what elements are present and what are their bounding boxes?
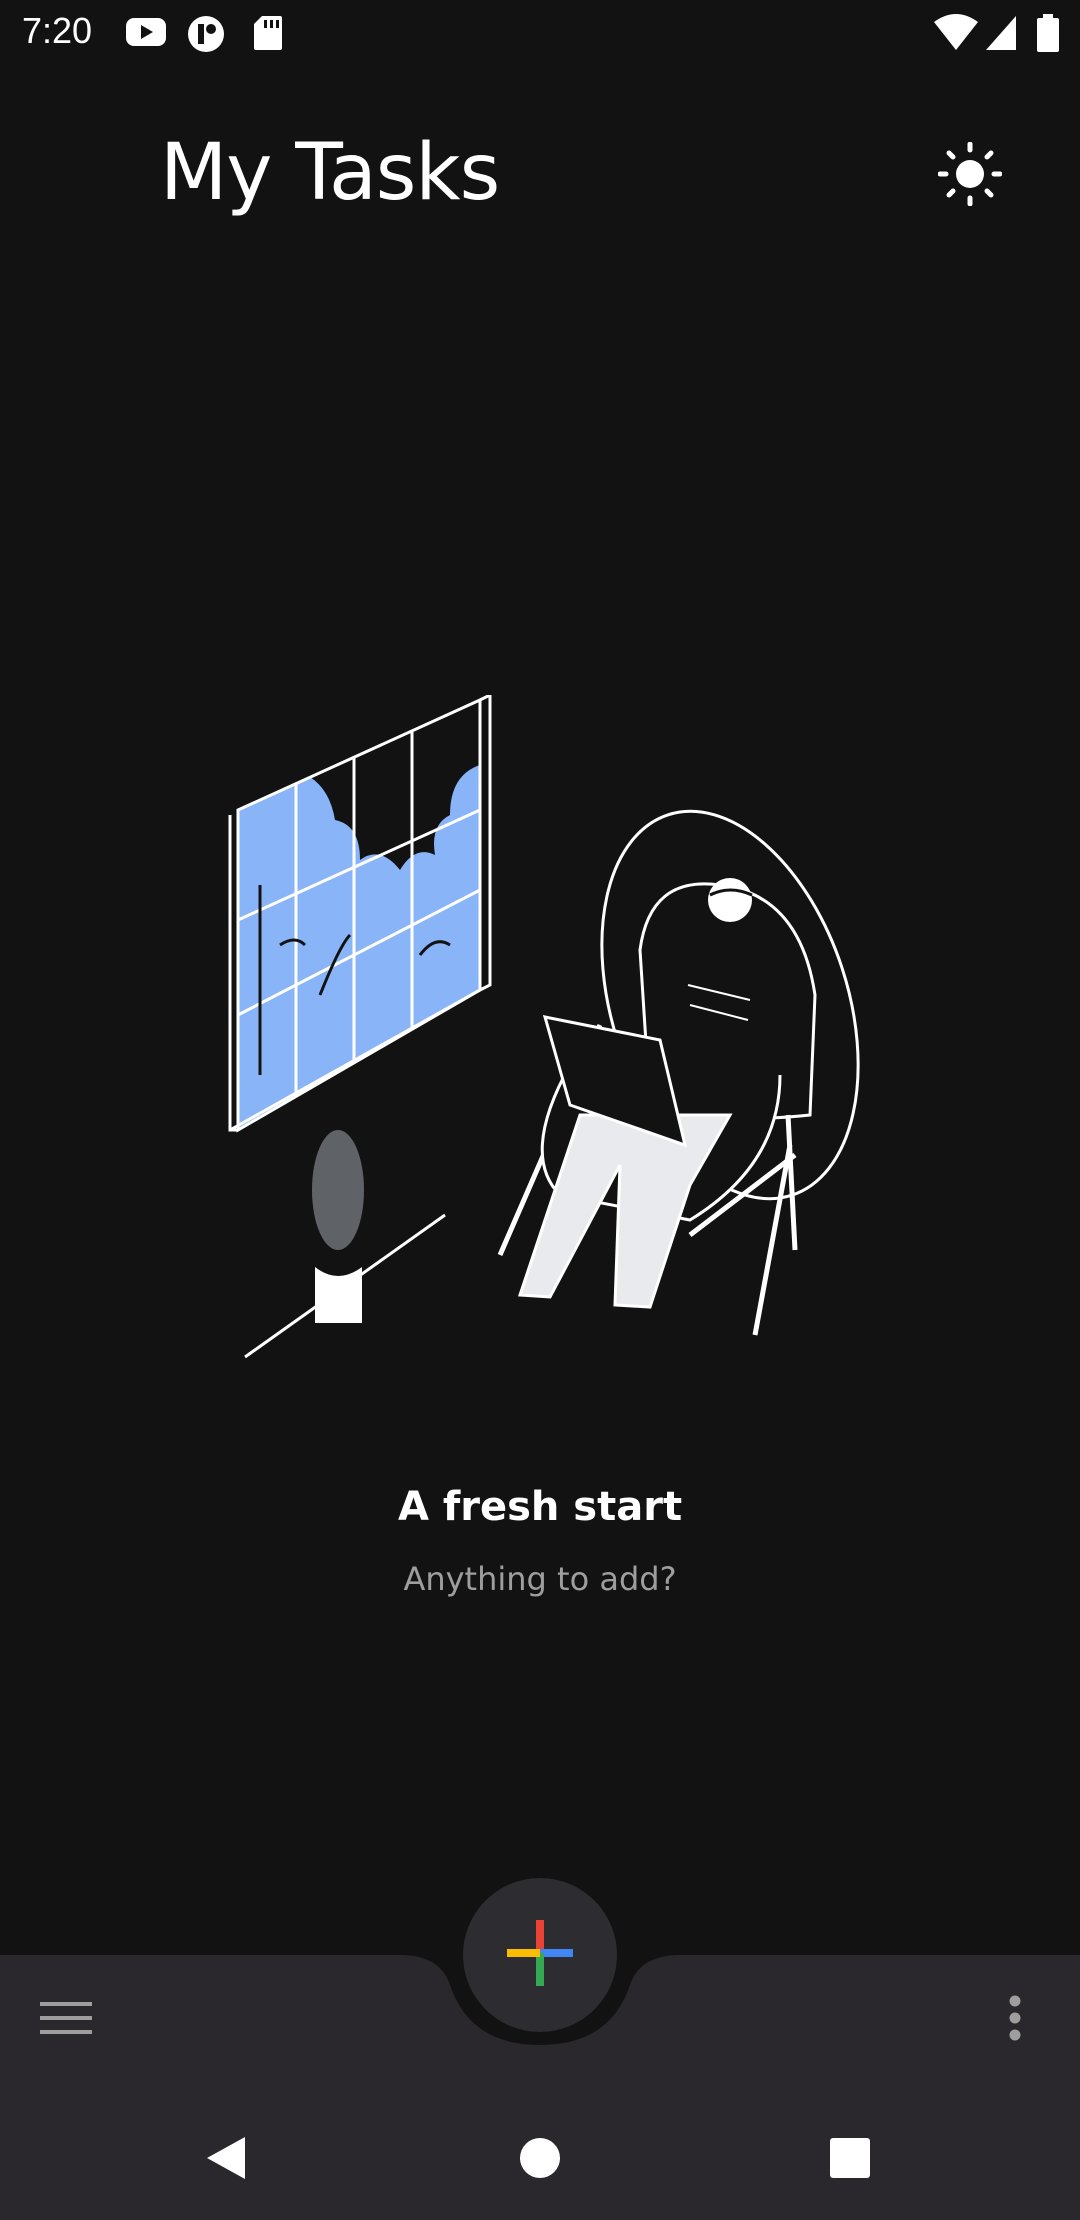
more-vert-icon xyxy=(1008,1995,1022,2045)
plant-illustration xyxy=(312,1130,364,1323)
wifi-icon xyxy=(934,14,978,56)
empty-state-illustration xyxy=(220,692,860,1375)
nav-recents-button[interactable] xyxy=(815,2125,885,2195)
add-task-fab[interactable] xyxy=(463,1878,617,2032)
app-notification-icon xyxy=(186,14,226,58)
sun-icon xyxy=(937,141,1003,210)
empty-state-title: A fresh start xyxy=(397,1484,683,1530)
screen: 7:20 My Tasks A fresh start Anything to … xyxy=(0,0,1080,2220)
theme-toggle-button[interactable] xyxy=(930,136,1010,216)
status-bar: 7:20 xyxy=(0,0,1080,66)
hamburger-menu-icon xyxy=(40,2000,92,2040)
status-time: 7:20 xyxy=(22,10,93,51)
add-icon xyxy=(507,1920,573,1990)
back-icon xyxy=(203,2135,247,2185)
nav-back-button[interactable] xyxy=(190,2125,260,2195)
menu-button[interactable] xyxy=(26,1990,106,2050)
more-options-button[interactable] xyxy=(975,1985,1055,2055)
page-title: My Tasks xyxy=(160,128,500,218)
battery-icon xyxy=(1036,14,1060,58)
cell-signal-icon xyxy=(984,14,1018,56)
sd-card-icon xyxy=(252,14,284,56)
youtube-icon xyxy=(124,14,168,54)
recents-icon xyxy=(829,2137,871,2183)
empty-state-subtitle: Anything to add? xyxy=(403,1560,677,1598)
window-illustration xyxy=(228,692,492,1133)
home-icon xyxy=(518,2136,562,2184)
nav-home-button[interactable] xyxy=(505,2125,575,2195)
person-illustration xyxy=(497,809,860,1336)
